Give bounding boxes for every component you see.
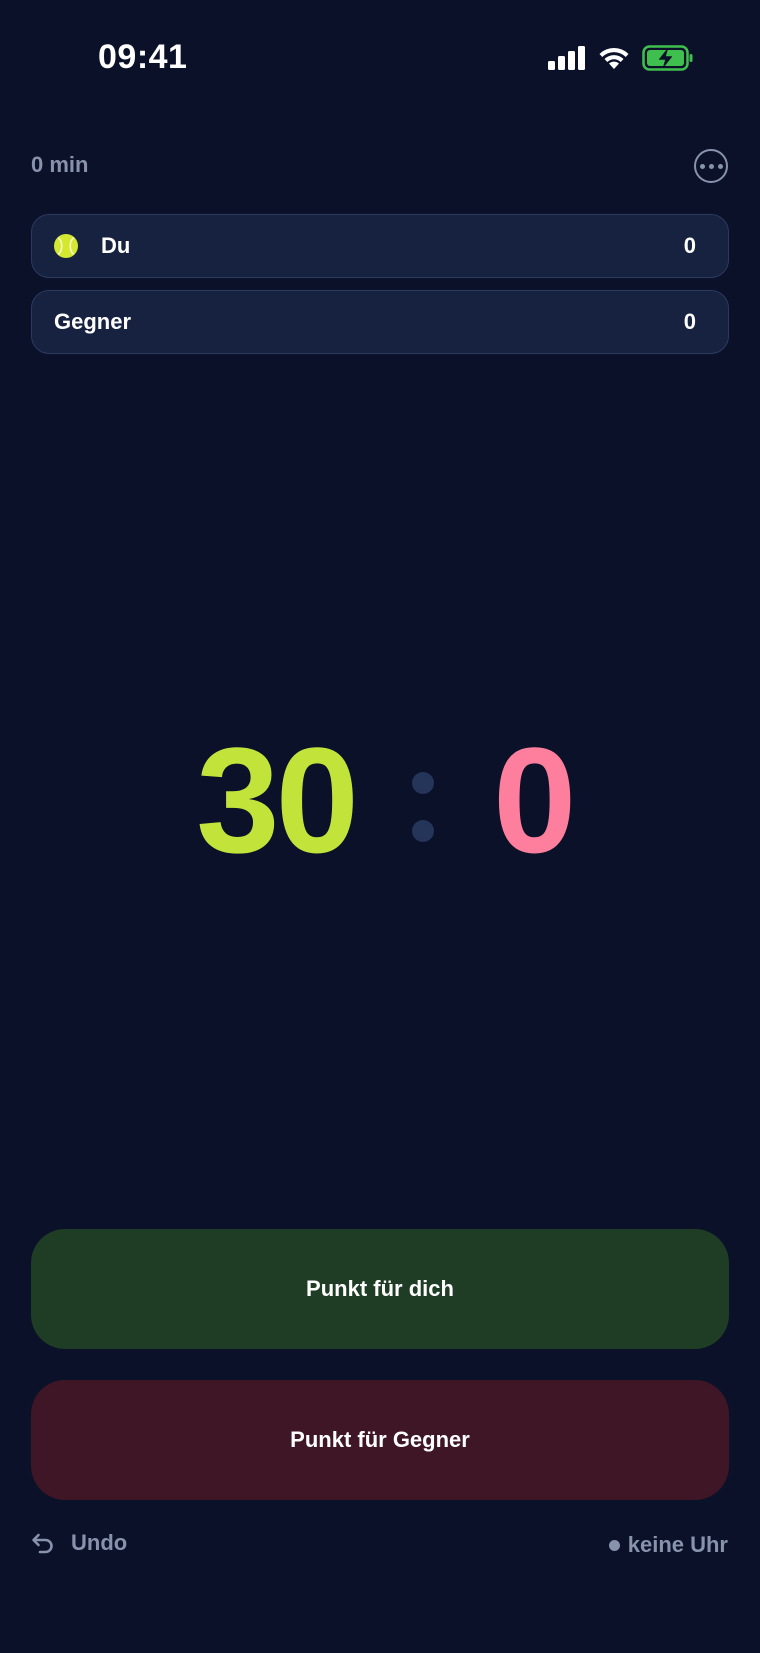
status-icons (548, 45, 694, 71)
ellipsis-dot (717, 163, 723, 169)
elapsed-time: 0 min (31, 152, 89, 177)
status-dot-icon (608, 1539, 620, 1551)
clock-status-label: keine Uhr (627, 1532, 728, 1557)
score-you: 30 (196, 716, 359, 884)
undo-arrow-icon (32, 1533, 53, 1554)
ellipsis-dot (708, 163, 714, 169)
more-options-button[interactable] (694, 149, 728, 183)
game-score: 30 0 (0, 720, 760, 880)
point-opponent-button[interactable]: Punkt für Gegner (31, 1380, 729, 1500)
status-bar: 09:41 (0, 0, 760, 120)
battery-charging-icon (642, 45, 693, 71)
tennis-ball-icon (54, 234, 78, 258)
score-opponent: 0 (493, 716, 577, 884)
status-time: 09:41 (98, 38, 188, 76)
undo-label: Undo (71, 1530, 128, 1555)
player-games-you: 0 (683, 233, 696, 258)
player-games-opponent: 0 (683, 309, 696, 334)
scoreboard-screen: 09:41 0 min Du 0 Gegner 0 30 0 Punkt für… (0, 0, 760, 1653)
clock-status: keine Uhr (608, 1532, 728, 1558)
ellipsis-circle-icon (699, 163, 705, 169)
point-you-button[interactable]: Punkt für dich (31, 1229, 729, 1349)
separator-dot (412, 772, 434, 794)
cellular-signal-icon (548, 46, 585, 70)
undo-button[interactable]: Undo (31, 1530, 127, 1556)
score-separator (412, 772, 434, 842)
player-row-you: Du 0 (31, 214, 729, 278)
separator-dot (412, 820, 434, 842)
player-name-opponent: Gegner (54, 309, 132, 334)
player-row-opponent: Gegner 0 (31, 290, 729, 354)
wifi-icon (599, 47, 629, 69)
player-name-you: Du (101, 233, 131, 258)
